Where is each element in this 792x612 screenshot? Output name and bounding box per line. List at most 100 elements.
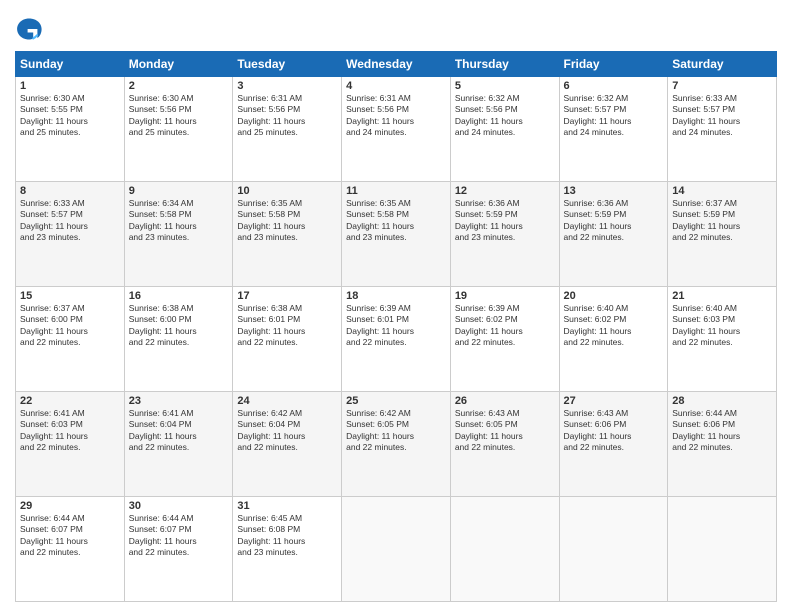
day-info: Sunrise: 6:40 AMSunset: 6:02 PMDaylight:… — [564, 303, 632, 347]
day-number: 27 — [564, 395, 664, 407]
table-row: 15Sunrise: 6:37 AMSunset: 6:00 PMDayligh… — [16, 287, 125, 392]
day-number: 21 — [672, 290, 772, 302]
day-info: Sunrise: 6:32 AMSunset: 5:56 PMDaylight:… — [455, 93, 523, 137]
day-info: Sunrise: 6:30 AMSunset: 5:56 PMDaylight:… — [129, 93, 197, 137]
day-info: Sunrise: 6:41 AMSunset: 6:03 PMDaylight:… — [20, 408, 88, 452]
col-sunday: Sunday — [16, 52, 125, 77]
day-info: Sunrise: 6:36 AMSunset: 5:59 PMDaylight:… — [564, 198, 632, 242]
table-row: 20Sunrise: 6:40 AMSunset: 6:02 PMDayligh… — [559, 287, 668, 392]
day-info: Sunrise: 6:39 AMSunset: 6:01 PMDaylight:… — [346, 303, 414, 347]
col-thursday: Thursday — [450, 52, 559, 77]
page-container: Sunday Monday Tuesday Wednesday Thursday… — [0, 0, 792, 612]
day-info: Sunrise: 6:44 AMSunset: 6:07 PMDaylight:… — [129, 513, 197, 557]
calendar-table: Sunday Monday Tuesday Wednesday Thursday… — [15, 51, 777, 602]
day-number: 16 — [129, 290, 229, 302]
table-row: 21Sunrise: 6:40 AMSunset: 6:03 PMDayligh… — [668, 287, 777, 392]
table-row: 26Sunrise: 6:43 AMSunset: 6:05 PMDayligh… — [450, 392, 559, 497]
day-number: 18 — [346, 290, 446, 302]
table-row: 10Sunrise: 6:35 AMSunset: 5:58 PMDayligh… — [233, 182, 342, 287]
day-info: Sunrise: 6:31 AMSunset: 5:56 PMDaylight:… — [346, 93, 414, 137]
table-row: 6Sunrise: 6:32 AMSunset: 5:57 PMDaylight… — [559, 77, 668, 182]
day-number: 19 — [455, 290, 555, 302]
day-number: 9 — [129, 185, 229, 197]
col-monday: Monday — [124, 52, 233, 77]
logo-icon — [15, 15, 43, 43]
day-number: 12 — [455, 185, 555, 197]
table-row: 8Sunrise: 6:33 AMSunset: 5:57 PMDaylight… — [16, 182, 125, 287]
day-number: 8 — [20, 185, 120, 197]
day-info: Sunrise: 6:37 AMSunset: 5:59 PMDaylight:… — [672, 198, 740, 242]
table-row: 5Sunrise: 6:32 AMSunset: 5:56 PMDaylight… — [450, 77, 559, 182]
day-info: Sunrise: 6:38 AMSunset: 6:01 PMDaylight:… — [237, 303, 305, 347]
day-info: Sunrise: 6:37 AMSunset: 6:00 PMDaylight:… — [20, 303, 88, 347]
table-row: 19Sunrise: 6:39 AMSunset: 6:02 PMDayligh… — [450, 287, 559, 392]
table-row: 1Sunrise: 6:30 AMSunset: 5:55 PMDaylight… — [16, 77, 125, 182]
day-number: 14 — [672, 185, 772, 197]
day-number: 15 — [20, 290, 120, 302]
day-info: Sunrise: 6:34 AMSunset: 5:58 PMDaylight:… — [129, 198, 197, 242]
day-number: 11 — [346, 185, 446, 197]
day-info: Sunrise: 6:33 AMSunset: 5:57 PMDaylight:… — [20, 198, 88, 242]
day-info: Sunrise: 6:31 AMSunset: 5:56 PMDaylight:… — [237, 93, 305, 137]
day-info: Sunrise: 6:43 AMSunset: 6:05 PMDaylight:… — [455, 408, 523, 452]
day-info: Sunrise: 6:43 AMSunset: 6:06 PMDaylight:… — [564, 408, 632, 452]
day-number: 7 — [672, 80, 772, 92]
table-row: 27Sunrise: 6:43 AMSunset: 6:06 PMDayligh… — [559, 392, 668, 497]
table-row: 9Sunrise: 6:34 AMSunset: 5:58 PMDaylight… — [124, 182, 233, 287]
table-row — [342, 497, 451, 602]
table-row: 30Sunrise: 6:44 AMSunset: 6:07 PMDayligh… — [124, 497, 233, 602]
day-number: 2 — [129, 80, 229, 92]
day-number: 6 — [564, 80, 664, 92]
table-row: 25Sunrise: 6:42 AMSunset: 6:05 PMDayligh… — [342, 392, 451, 497]
calendar-row: 15Sunrise: 6:37 AMSunset: 6:00 PMDayligh… — [16, 287, 777, 392]
table-row: 16Sunrise: 6:38 AMSunset: 6:00 PMDayligh… — [124, 287, 233, 392]
day-number: 31 — [237, 500, 337, 512]
calendar-row: 1Sunrise: 6:30 AMSunset: 5:55 PMDaylight… — [16, 77, 777, 182]
day-info: Sunrise: 6:30 AMSunset: 5:55 PMDaylight:… — [20, 93, 88, 137]
day-info: Sunrise: 6:32 AMSunset: 5:57 PMDaylight:… — [564, 93, 632, 137]
day-info: Sunrise: 6:33 AMSunset: 5:57 PMDaylight:… — [672, 93, 740, 137]
table-row: 3Sunrise: 6:31 AMSunset: 5:56 PMDaylight… — [233, 77, 342, 182]
day-info: Sunrise: 6:35 AMSunset: 5:58 PMDaylight:… — [237, 198, 305, 242]
table-row: 2Sunrise: 6:30 AMSunset: 5:56 PMDaylight… — [124, 77, 233, 182]
logo — [15, 15, 47, 43]
header — [15, 15, 777, 43]
day-number: 28 — [672, 395, 772, 407]
calendar-row: 8Sunrise: 6:33 AMSunset: 5:57 PMDaylight… — [16, 182, 777, 287]
day-info: Sunrise: 6:44 AMSunset: 6:06 PMDaylight:… — [672, 408, 740, 452]
day-number: 20 — [564, 290, 664, 302]
day-number: 4 — [346, 80, 446, 92]
table-row: 12Sunrise: 6:36 AMSunset: 5:59 PMDayligh… — [450, 182, 559, 287]
table-row: 14Sunrise: 6:37 AMSunset: 5:59 PMDayligh… — [668, 182, 777, 287]
table-row: 29Sunrise: 6:44 AMSunset: 6:07 PMDayligh… — [16, 497, 125, 602]
col-friday: Friday — [559, 52, 668, 77]
day-number: 13 — [564, 185, 664, 197]
day-number: 10 — [237, 185, 337, 197]
day-info: Sunrise: 6:38 AMSunset: 6:00 PMDaylight:… — [129, 303, 197, 347]
day-info: Sunrise: 6:42 AMSunset: 6:05 PMDaylight:… — [346, 408, 414, 452]
table-row: 13Sunrise: 6:36 AMSunset: 5:59 PMDayligh… — [559, 182, 668, 287]
day-info: Sunrise: 6:36 AMSunset: 5:59 PMDaylight:… — [455, 198, 523, 242]
day-number: 26 — [455, 395, 555, 407]
day-info: Sunrise: 6:39 AMSunset: 6:02 PMDaylight:… — [455, 303, 523, 347]
calendar-row: 29 Sunrise: 6:44 AMSunset: 6:07 PMDayligh… — [16, 497, 777, 602]
day-number: 23 — [129, 395, 229, 407]
col-saturday: Saturday — [668, 52, 777, 77]
table-row: 24Sunrise: 6:42 AMSunset: 6:04 PMDayligh… — [233, 392, 342, 497]
table-row: 22Sunrise: 6:41 AMSunset: 6:03 PMDayligh… — [16, 392, 125, 497]
table-row: 17Sunrise: 6:38 AMSunset: 6:01 PMDayligh… — [233, 287, 342, 392]
table-row — [668, 497, 777, 602]
col-wednesday: Wednesday — [342, 52, 451, 77]
col-tuesday: Tuesday — [233, 52, 342, 77]
day-number: 22 — [20, 395, 120, 407]
calendar-row: 22Sunrise: 6:41 AMSunset: 6:03 PMDayligh… — [16, 392, 777, 497]
day-number: 24 — [237, 395, 337, 407]
day-info: Sunrise: 6:40 AMSunset: 6:03 PMDaylight:… — [672, 303, 740, 347]
day-number: 3 — [237, 80, 337, 92]
day-number: 29 — [20, 500, 120, 512]
day-info: Sunrise: 6:42 AMSunset: 6:04 PMDaylight:… — [237, 408, 305, 452]
day-info: Sunrise: 6:45 AMSunset: 6:08 PMDaylight:… — [237, 513, 305, 557]
day-number: 1 — [20, 80, 120, 92]
calendar-header-row: Sunday Monday Tuesday Wednesday Thursday… — [16, 52, 777, 77]
day-info: Sunrise: 6:41 AMSunset: 6:04 PMDaylight:… — [129, 408, 197, 452]
